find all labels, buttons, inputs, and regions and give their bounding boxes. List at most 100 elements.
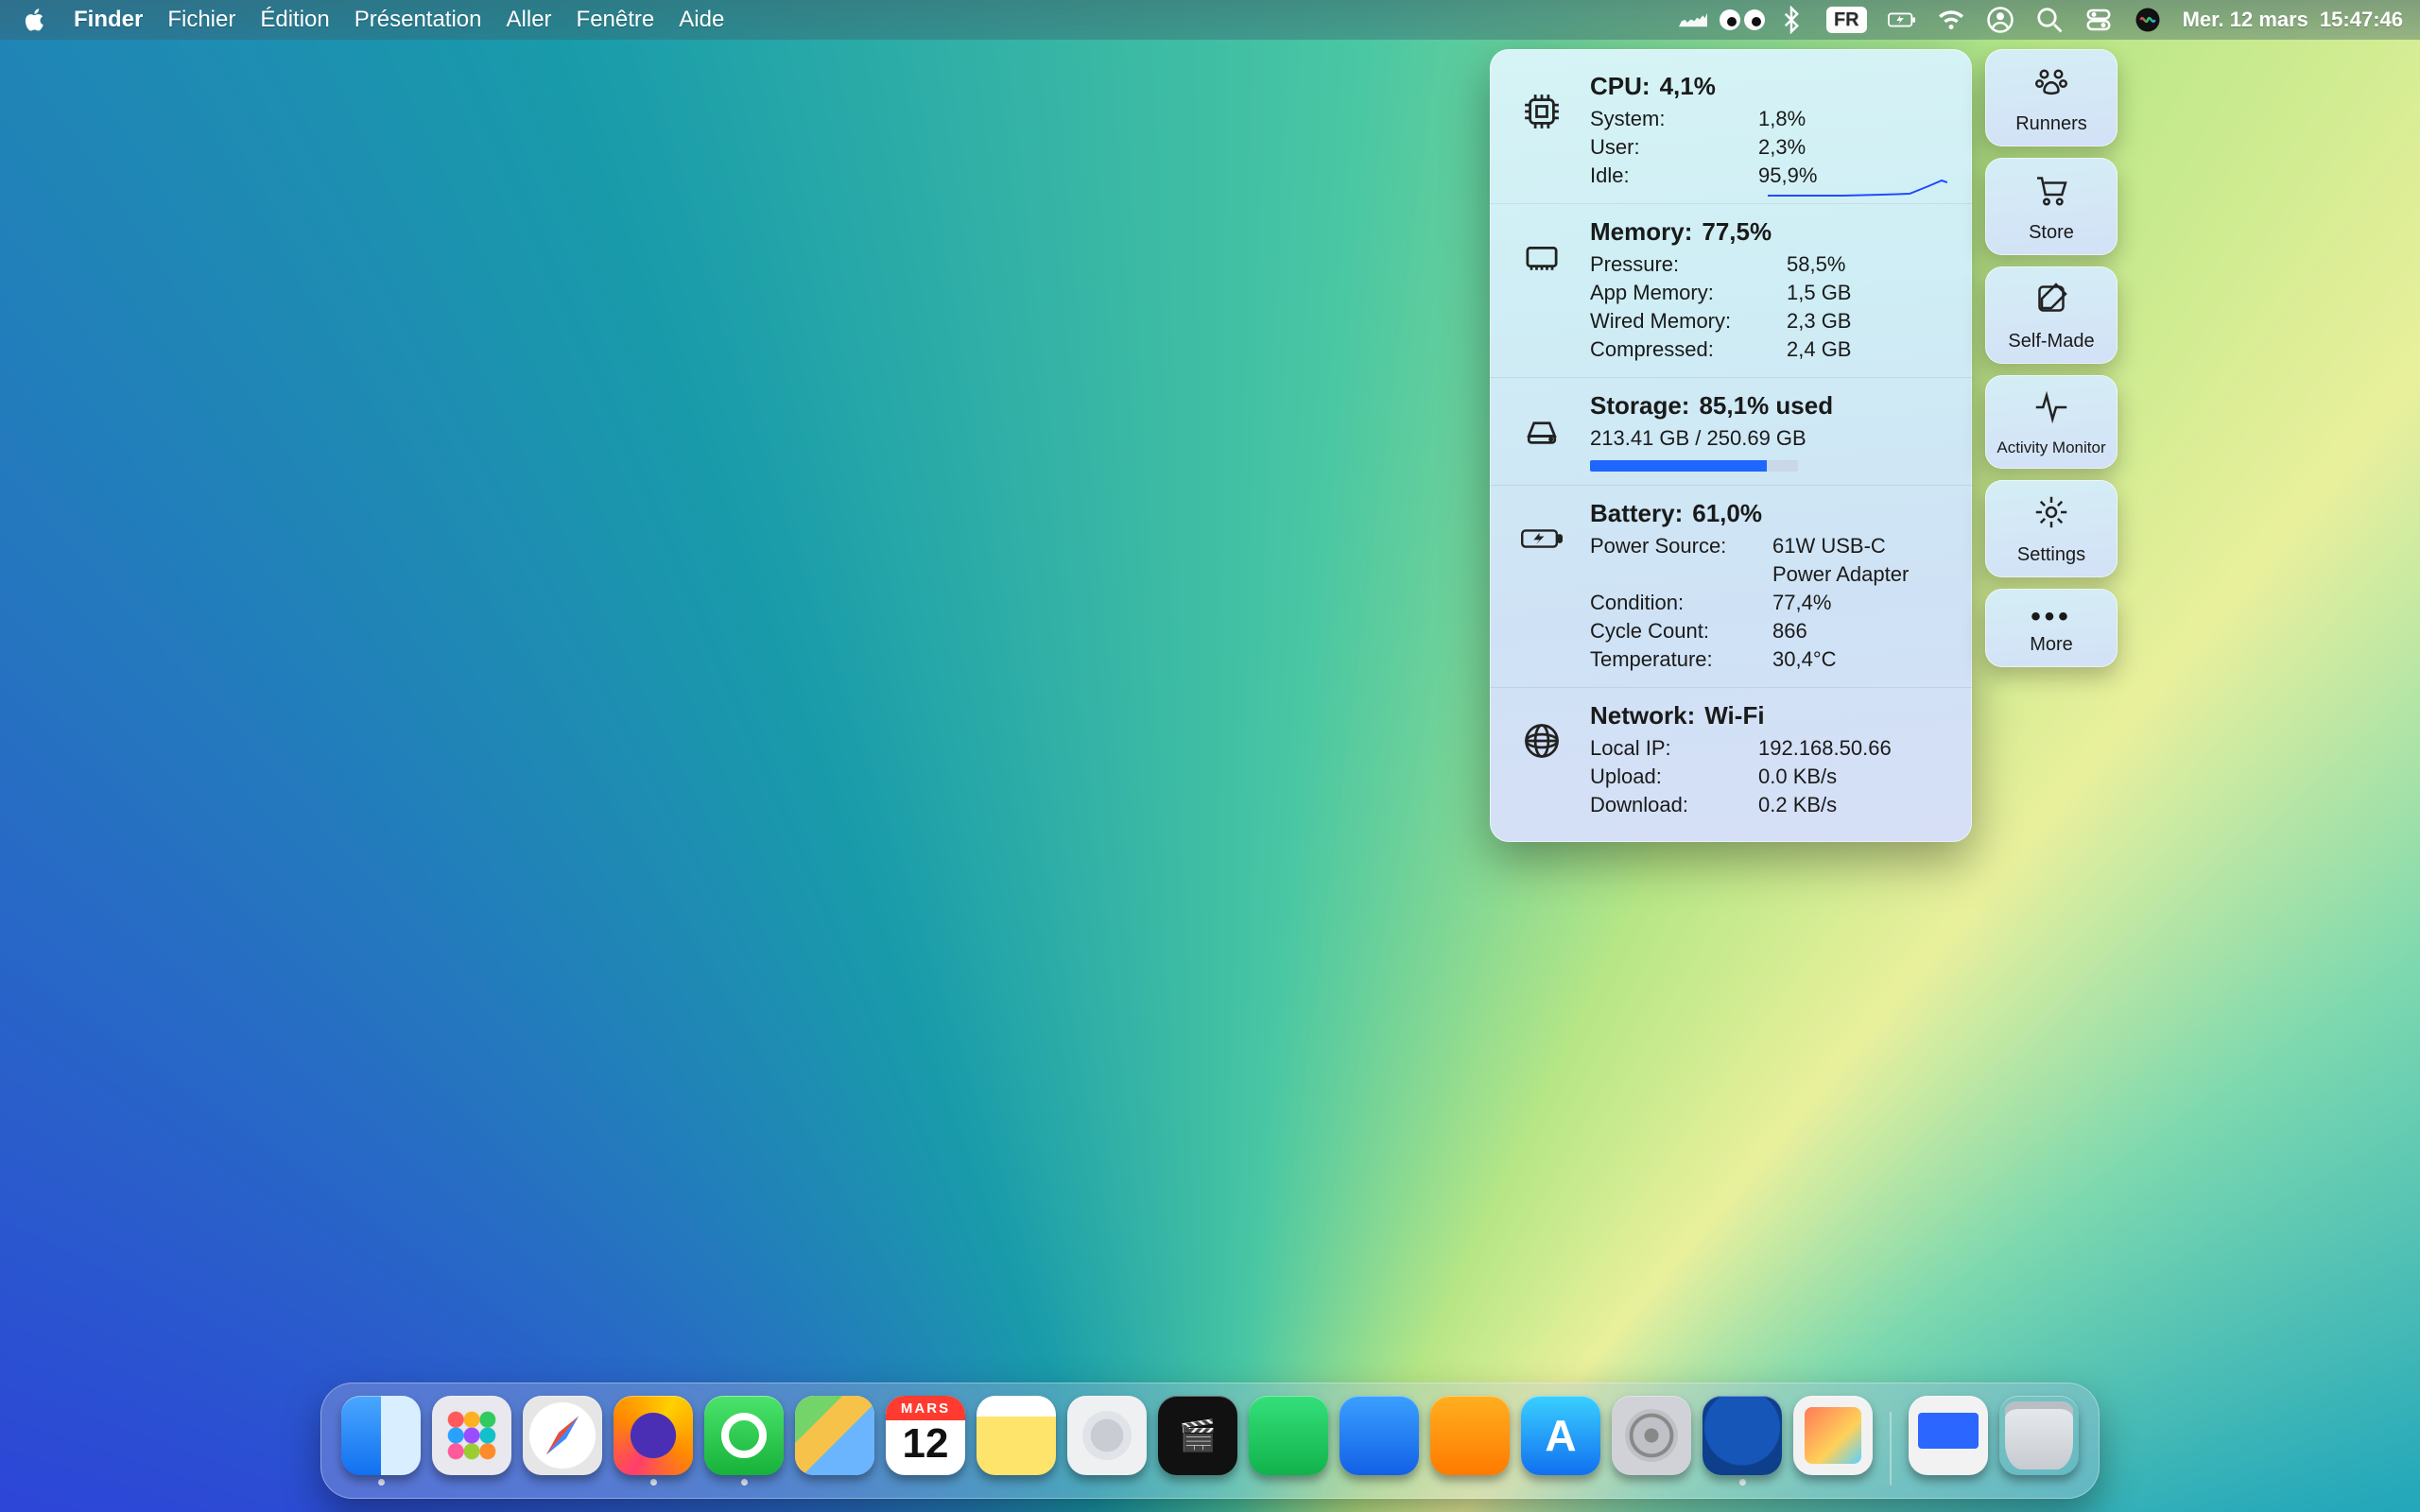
dock-appstore[interactable] xyxy=(1521,1396,1600,1486)
activity-monitor-label: Activity Monitor xyxy=(1996,438,2105,457)
cpu-sparkline xyxy=(1768,177,1947,198)
battery-condition-value: 77,4% xyxy=(1772,589,1831,617)
dock-passwords[interactable] xyxy=(1067,1396,1147,1486)
spotlight-search-icon[interactable] xyxy=(2035,6,2064,34)
more-label: More xyxy=(2030,634,2073,656)
cpu-system-label: System: xyxy=(1590,105,1751,133)
cpu-section[interactable]: CPU: 4,1% System:1,8% User:2,3% Idle:95,… xyxy=(1490,59,1972,203)
memory-pressure-label: Pressure: xyxy=(1590,250,1779,279)
battery-cycle-label: Cycle Count: xyxy=(1590,617,1765,645)
cpu-user-value: 2,3% xyxy=(1758,133,1806,162)
battery-source-label: Power Source: xyxy=(1590,532,1765,589)
dock-launchpad[interactable] xyxy=(432,1396,511,1486)
network-down-value: 0.2 KB/s xyxy=(1758,791,1837,819)
apple-menu-icon[interactable] xyxy=(21,6,49,34)
activity-monitor-button[interactable]: Activity Monitor xyxy=(1985,375,2118,469)
dock-safari[interactable] xyxy=(523,1396,602,1486)
memory-title-value: 77,5% xyxy=(1702,217,1772,247)
runcat-side-buttons: Runners Store Self-Made Activity Monitor… xyxy=(1985,49,2118,842)
memory-wired-value: 2,3 GB xyxy=(1787,307,1851,335)
dock-screenshot-app[interactable] xyxy=(1909,1396,1988,1486)
storage-section[interactable]: Storage: 85,1% used 213.41 GB / 250.69 G… xyxy=(1490,377,1972,485)
network-title-value: Wi-Fi xyxy=(1704,701,1764,730)
menu-presentation[interactable]: Présentation xyxy=(354,7,482,33)
battery-temp-label: Temperature: xyxy=(1590,645,1765,674)
bluetooth-icon[interactable] xyxy=(1777,6,1806,34)
network-ip-label: Local IP: xyxy=(1590,734,1751,763)
store-button[interactable]: Store xyxy=(1985,158,2118,255)
battery-condition-label: Condition: xyxy=(1590,589,1765,617)
more-dots-icon: ••• xyxy=(2031,602,2072,627)
paw-icon xyxy=(2032,62,2070,106)
menu-aide[interactable]: Aide xyxy=(679,7,724,33)
network-up-value: 0.0 KB/s xyxy=(1758,763,1837,791)
dock-system-settings[interactable] xyxy=(1612,1396,1691,1486)
dock-preview[interactable] xyxy=(1793,1396,1873,1486)
runcat-menubar-icon[interactable] xyxy=(1679,6,1707,34)
calendar-month-label: MARS xyxy=(886,1396,965,1420)
dock-numbers[interactable] xyxy=(1249,1396,1328,1486)
battery-status-icon[interactable] xyxy=(1888,6,1916,34)
battery-charging-icon xyxy=(1521,518,1563,564)
more-button[interactable]: ••• More xyxy=(1985,589,2118,667)
cart-icon xyxy=(2032,171,2070,215)
menubar-app-name[interactable]: Finder xyxy=(74,7,143,33)
wifi-icon[interactable] xyxy=(1937,6,1965,34)
siri-icon[interactable] xyxy=(2134,6,2162,34)
menubar: Finder Fichier Édition Présentation Alle… xyxy=(0,0,2420,40)
dock-notes[interactable] xyxy=(977,1396,1056,1486)
menu-edition[interactable]: Édition xyxy=(260,7,329,33)
runners-label: Runners xyxy=(2015,113,2087,135)
network-up-label: Upload: xyxy=(1590,763,1751,791)
dock-thunderbird[interactable] xyxy=(1703,1396,1782,1486)
battery-source-value: 61W USB-C Power Adapter xyxy=(1772,532,1949,589)
battery-temp-value: 30,4°C xyxy=(1772,645,1837,674)
storage-title-value: 85,1% used xyxy=(1699,391,1833,421)
network-globe-icon xyxy=(1521,720,1563,766)
dock-firefox[interactable] xyxy=(614,1396,693,1486)
cpu-chip-icon xyxy=(1521,91,1563,137)
dock-whatsapp[interactable] xyxy=(704,1396,784,1486)
memory-app-label: App Memory: xyxy=(1590,279,1779,307)
battery-section[interactable]: Battery: 61,0% Power Source:61W USB-C Po… xyxy=(1490,485,1972,687)
network-section[interactable]: Network: Wi-Fi Local IP:192.168.50.66 Up… xyxy=(1490,687,1972,833)
menubar-time[interactable]: 15:47:46 xyxy=(2320,8,2403,32)
calendar-day-label: 12 xyxy=(903,1420,949,1468)
memory-section[interactable]: Memory: 77,5% Pressure:58,5% App Memory:… xyxy=(1490,203,1972,377)
dock-tv[interactable] xyxy=(1158,1396,1237,1486)
dock-keynote[interactable] xyxy=(1340,1396,1419,1486)
store-label: Store xyxy=(2029,222,2074,244)
menu-fichier[interactable]: Fichier xyxy=(167,7,235,33)
runcat-popover: CPU: 4,1% System:1,8% User:2,3% Idle:95,… xyxy=(1490,49,2118,842)
storage-title-label: Storage: xyxy=(1590,391,1689,421)
battery-cycle-value: 866 xyxy=(1772,617,1807,645)
self-made-label: Self-Made xyxy=(2008,331,2094,352)
user-account-icon[interactable] xyxy=(1986,6,2014,34)
control-center-icon[interactable] xyxy=(2084,6,2113,34)
dock-pages[interactable] xyxy=(1430,1396,1510,1486)
xeyes-menubar-icon[interactable] xyxy=(1728,6,1756,34)
cpu-idle-label: Idle: xyxy=(1590,162,1751,190)
menu-fenetre[interactable]: Fenêtre xyxy=(577,7,655,33)
self-made-button[interactable]: Self-Made xyxy=(1985,266,2118,364)
memory-title-label: Memory: xyxy=(1590,217,1692,247)
input-source-badge[interactable]: FR xyxy=(1826,7,1867,33)
dock: MARS12 xyxy=(320,1383,2100,1499)
memory-chip-icon xyxy=(1521,236,1563,283)
cpu-title-label: CPU: xyxy=(1590,72,1651,101)
dock-maps[interactable] xyxy=(795,1396,874,1486)
dock-trash[interactable] xyxy=(1999,1396,2079,1486)
system-stats-panel: CPU: 4,1% System:1,8% User:2,3% Idle:95,… xyxy=(1490,49,1972,842)
battery-title-label: Battery: xyxy=(1590,499,1683,528)
dock-calendar[interactable]: MARS12 xyxy=(886,1396,965,1486)
settings-button[interactable]: Settings xyxy=(1985,480,2118,577)
memory-compressed-value: 2,4 GB xyxy=(1787,335,1851,364)
menubar-date[interactable]: Mer. 12 mars xyxy=(2183,8,2308,32)
dock-finder[interactable] xyxy=(341,1396,421,1486)
network-down-label: Download: xyxy=(1590,791,1751,819)
runners-button[interactable]: Runners xyxy=(1985,49,2118,146)
cpu-system-value: 1,8% xyxy=(1758,105,1806,133)
menu-aller[interactable]: Aller xyxy=(507,7,552,33)
storage-detail: 213.41 GB / 250.69 GB xyxy=(1590,424,1806,453)
cpu-title-value: 4,1% xyxy=(1660,72,1716,101)
